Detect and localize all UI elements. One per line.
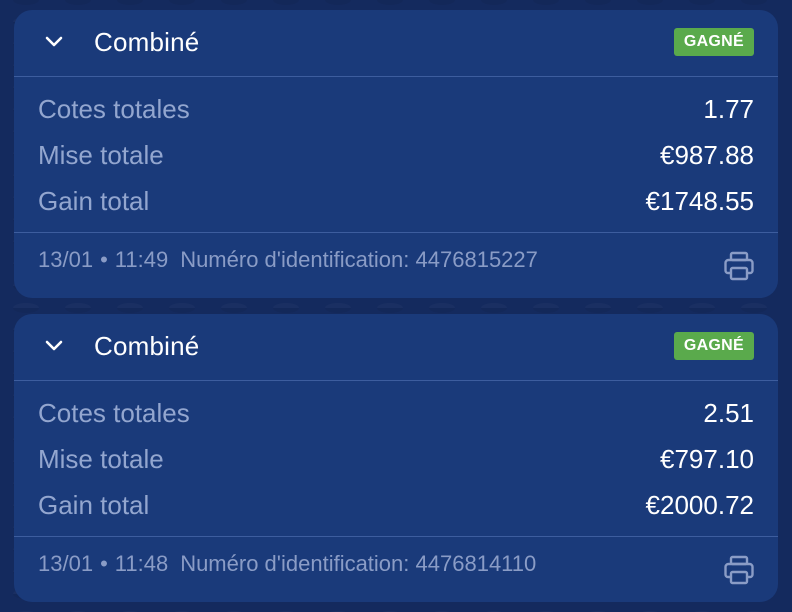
total-stake-value: €797.10 (660, 444, 754, 474)
bet-type-title: Combiné (94, 331, 200, 361)
total-odds-label: Cotes totales (38, 94, 190, 124)
chevron-down-icon[interactable] (44, 338, 64, 354)
total-stake-row: Mise totale €987.88 (38, 137, 754, 173)
bet-card-footer: 13/01 • 11:49 Numéro d'identification: 4476… (14, 233, 778, 298)
total-odds-value: 2.51 (703, 398, 754, 428)
meta-separator: • (100, 551, 108, 576)
printer-icon[interactable] (722, 553, 756, 587)
total-stake-value: €987.88 (660, 140, 754, 170)
meta-separator: • (100, 247, 108, 272)
total-odds-row: Cotes totales 2.51 (38, 395, 754, 431)
bet-date: 13/01 (38, 247, 94, 272)
total-stake-label: Mise totale (38, 444, 164, 474)
bet-time: 11:49 (114, 247, 169, 272)
bet-time: 11:48 (114, 551, 169, 576)
bet-id-value: 4476815227 (415, 247, 538, 272)
bet-meta: 13/01 • 11:48 Numéro d'identification: 4476… (38, 551, 536, 577)
total-odds-label: Cotes totales (38, 398, 190, 428)
bet-meta: 13/01 • 11:49 Numéro d'identification: 4476… (38, 247, 538, 273)
bet-card-header[interactable]: Combiné GAGNÉ (14, 314, 778, 381)
total-odds-row: Cotes totales 1.77 (38, 91, 754, 127)
printer-icon[interactable] (722, 249, 756, 283)
bet-summary: Cotes totales 1.77 Mise totale €987.88 G… (14, 77, 778, 233)
total-win-label: Gain total (38, 490, 150, 520)
total-win-value: €2000.72 (645, 490, 754, 520)
total-win-row: Gain total €1748.55 (38, 183, 754, 219)
bet-date: 13/01 (38, 551, 94, 576)
bet-history-page: Combiné GAGNÉ Cotes totales 1.77 Mise to… (0, 0, 792, 612)
total-win-row: Gain total €2000.72 (38, 487, 754, 523)
status-badge: GAGNÉ (673, 332, 754, 360)
chevron-down-icon[interactable] (44, 34, 64, 50)
bet-card: Combiné GAGNÉ Cotes totales 2.51 Mise to… (14, 314, 778, 602)
bet-card-header[interactable]: Combiné GAGNÉ (14, 10, 778, 77)
bet-summary: Cotes totales 2.51 Mise totale €797.10 G… (14, 381, 778, 537)
total-win-label: Gain total (38, 186, 150, 216)
bet-id-label: Numéro d'identification: (180, 247, 410, 272)
total-stake-label: Mise totale (38, 140, 164, 170)
total-win-value: €1748.55 (645, 186, 754, 216)
total-odds-value: 1.77 (703, 94, 754, 124)
bet-id-label: Numéro d'identification: (180, 551, 410, 576)
total-stake-row: Mise totale €797.10 (38, 441, 754, 477)
status-badge: GAGNÉ (673, 28, 754, 56)
bet-card: Combiné GAGNÉ Cotes totales 1.77 Mise to… (14, 10, 778, 298)
bet-card-footer: 13/01 • 11:48 Numéro d'identification: 4476… (14, 537, 778, 602)
bet-type-title: Combiné (94, 27, 200, 57)
bet-id-value: 4476814110 (415, 551, 537, 576)
